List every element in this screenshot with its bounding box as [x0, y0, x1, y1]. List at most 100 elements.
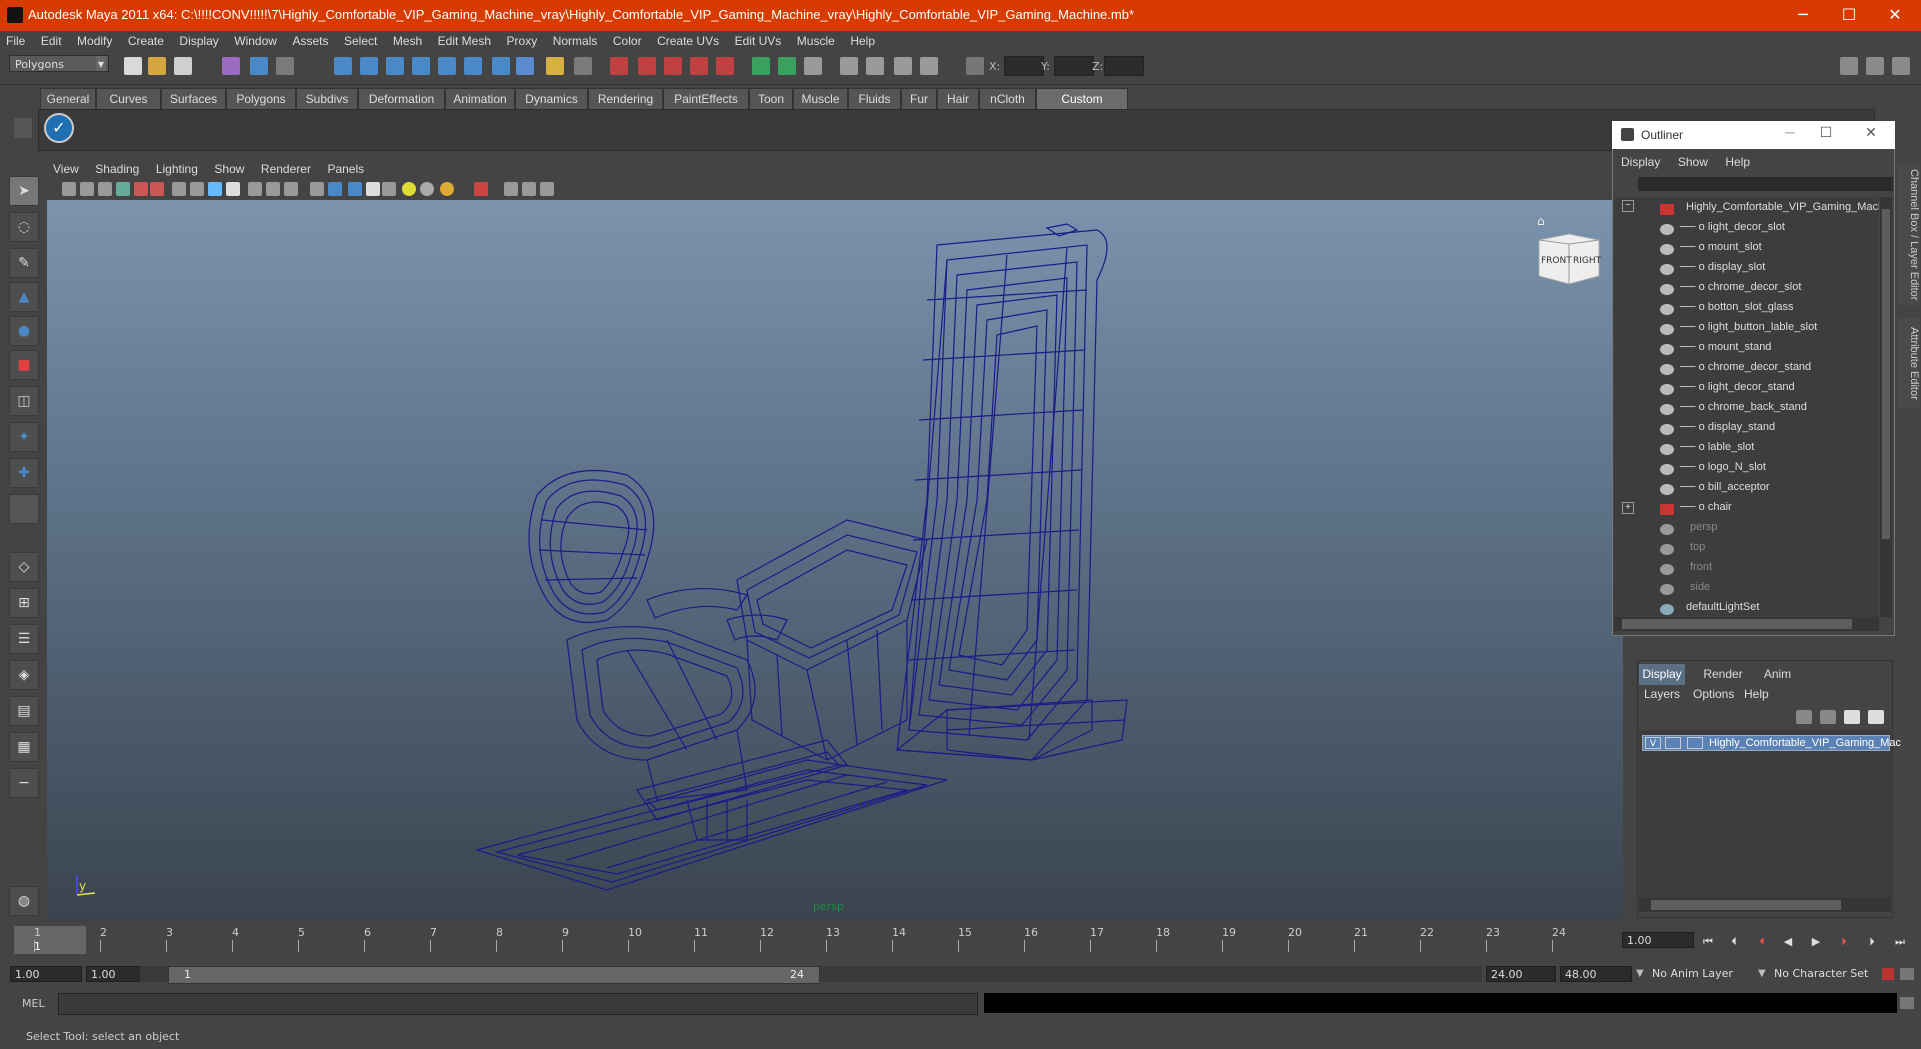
layer-tab-display[interactable]: Display: [1639, 664, 1685, 685]
persp-outliner-layout-icon[interactable]: ▤: [9, 696, 39, 726]
step-back-key-icon[interactable]: ⏴: [1752, 935, 1772, 951]
select-tool-icon[interactable]: ➤: [9, 176, 39, 206]
auto-key-icon[interactable]: [1882, 968, 1894, 980]
close-button[interactable]: ✕: [1872, 0, 1918, 31]
new-layer-selected-icon[interactable]: [1868, 710, 1884, 724]
outliner-camera-front[interactable]: front: [1690, 561, 1712, 580]
scroll-thumb[interactable]: [1882, 209, 1890, 539]
outliner-minimize-button[interactable]: ─: [1777, 124, 1803, 144]
shelf-tab-general[interactable]: General: [40, 88, 96, 109]
shelf-tab-fluids[interactable]: Fluids: [848, 88, 901, 109]
render-settings-icon[interactable]: [778, 57, 796, 75]
new-scene-icon[interactable]: [124, 57, 142, 75]
x-field[interactable]: [1004, 56, 1044, 76]
xray-icon[interactable]: [474, 182, 488, 196]
help-icon[interactable]: [516, 57, 534, 75]
play-backward-icon[interactable]: ◀: [1778, 935, 1798, 951]
bookmark-icon[interactable]: [98, 182, 112, 196]
menu-edit-uvs[interactable]: Edit UVs: [729, 31, 788, 48]
transform-field-icon[interactable]: [966, 57, 984, 75]
snap-point-icon[interactable]: [386, 57, 404, 75]
scale-tool-icon[interactable]: ■: [9, 350, 39, 380]
layer-color-swatch[interactable]: [1687, 737, 1703, 749]
snap-plane-icon[interactable]: [412, 57, 430, 75]
wireframe-icon[interactable]: [266, 182, 280, 196]
tool-settings-toggle-icon[interactable]: [1866, 57, 1884, 75]
menu-set-dropdown[interactable]: Polygons ▼: [9, 55, 109, 72]
outliner-filter-input[interactable]: [1638, 177, 1893, 191]
mel-input[interactable]: [58, 993, 978, 1015]
shelf-tab-hair[interactable]: Hair: [937, 88, 979, 109]
paint-select-icon[interactable]: ✎: [9, 248, 39, 278]
outliner-camera-top[interactable]: top: [1690, 541, 1705, 560]
select-hierarchy-icon[interactable]: [222, 57, 240, 75]
layer-tab-render[interactable]: Render: [1697, 664, 1749, 685]
shelf-menu-icon[interactable]: [14, 118, 32, 138]
step-forward-icon[interactable]: ⏵: [1862, 935, 1882, 951]
outliner-item[interactable]: ── o mount_stand: [1680, 341, 1771, 360]
y-field[interactable]: [1054, 56, 1094, 76]
layer-visibility-toggle[interactable]: V: [1645, 737, 1661, 749]
attribute-editor-tab[interactable]: Attribute Editor: [1898, 318, 1920, 408]
camera-attributes-icon[interactable]: [80, 182, 94, 196]
home-icon[interactable]: ⌂: [1537, 214, 1551, 228]
playback-end-field[interactable]: 24.00: [1486, 966, 1556, 982]
menu-display[interactable]: Display: [173, 31, 224, 48]
render-view-icon[interactable]: [840, 57, 858, 75]
go-to-start-icon[interactable]: ⏮: [1698, 935, 1718, 951]
move-layer-down-icon[interactable]: [1820, 710, 1836, 724]
step-back-icon[interactable]: ⏴: [1724, 935, 1744, 951]
ambient-occlusion-icon[interactable]: [420, 182, 434, 196]
outliner-camera-persp[interactable]: persp: [1690, 521, 1718, 540]
end-time-field[interactable]: 48.00: [1560, 966, 1632, 982]
soft-mod-icon[interactable]: ✦: [9, 422, 39, 452]
layout-options-icon[interactable]: −: [9, 768, 39, 798]
chevron-down-icon[interactable]: ▼: [1758, 968, 1766, 979]
gate-mask-icon[interactable]: [190, 182, 204, 196]
persp-graph-layout-icon[interactable]: ◈: [9, 660, 39, 690]
menu-normals[interactable]: Normals: [547, 31, 604, 48]
panel-menu-shading[interactable]: Shading: [89, 160, 146, 176]
expand-toggle[interactable]: −: [1622, 200, 1634, 212]
mel-label[interactable]: MEL: [22, 997, 45, 1010]
show-hypershade-icon[interactable]: [804, 57, 822, 75]
outliner-close-button[interactable]: ✕: [1858, 124, 1884, 144]
menu-create[interactable]: Create: [122, 31, 170, 48]
shelf-tab-rendering[interactable]: Rendering: [588, 88, 663, 109]
outliner-menu-show[interactable]: Show: [1670, 150, 1714, 169]
shelf-tab-ncloth[interactable]: nCloth: [979, 88, 1036, 109]
anim-layer-dropdown[interactable]: No Anim Layer: [1648, 966, 1758, 982]
input-line-icon[interactable]: [920, 57, 938, 75]
shelf-tab-painteffects[interactable]: PaintEffects: [663, 88, 749, 109]
preferences-icon[interactable]: [1900, 968, 1914, 980]
save-scene-icon[interactable]: [174, 57, 192, 75]
menu-color[interactable]: Color: [607, 31, 648, 48]
z-field[interactable]: [1104, 56, 1144, 76]
start-time-field[interactable]: 1.00: [10, 966, 82, 982]
layer-row[interactable]: V Highly_Comfortable_VIP_Gaming_Mac: [1642, 735, 1901, 751]
outliner-item[interactable]: ── o light_button_lable_slot: [1680, 321, 1817, 340]
grid-toggle-icon[interactable]: [134, 182, 148, 196]
lighting-icon[interactable]: [440, 182, 454, 196]
outliner-menu-display[interactable]: Display: [1613, 150, 1666, 169]
textured-icon[interactable]: [328, 182, 342, 196]
image-plane-icon[interactable]: [116, 182, 130, 196]
outliner-item-root[interactable]: Highly_Comfortable_VIP_Gaming_Machi: [1686, 201, 1879, 220]
snap-surface-icon[interactable]: [438, 57, 456, 75]
menu-create-uvs[interactable]: Create UVs: [651, 31, 725, 48]
current-frame-marker[interactable]: [14, 926, 86, 954]
mode-switch-icon[interactable]: ◍: [9, 886, 39, 916]
rotate-tool-icon[interactable]: ●: [9, 316, 39, 346]
four-pane-layout-icon[interactable]: ⊞: [9, 588, 39, 618]
frame-all-icon[interactable]: [522, 182, 536, 196]
outliner-item-lightset[interactable]: defaultLightSet: [1686, 601, 1759, 617]
panel-menu-lighting[interactable]: Lighting: [150, 160, 205, 176]
layer-menu-help[interactable]: Help: [1744, 687, 1769, 701]
move-tool-icon[interactable]: ▲: [9, 282, 39, 312]
render-current-icon[interactable]: [752, 57, 770, 75]
shelf-tab-animation[interactable]: Animation: [445, 88, 515, 109]
snap-grid-icon[interactable]: [334, 57, 352, 75]
outliner-item[interactable]: ── o bill_acceptor: [1680, 481, 1770, 500]
shelf-tab-muscle[interactable]: Muscle: [793, 88, 848, 109]
isolate-select-icon[interactable]: [504, 182, 518, 196]
